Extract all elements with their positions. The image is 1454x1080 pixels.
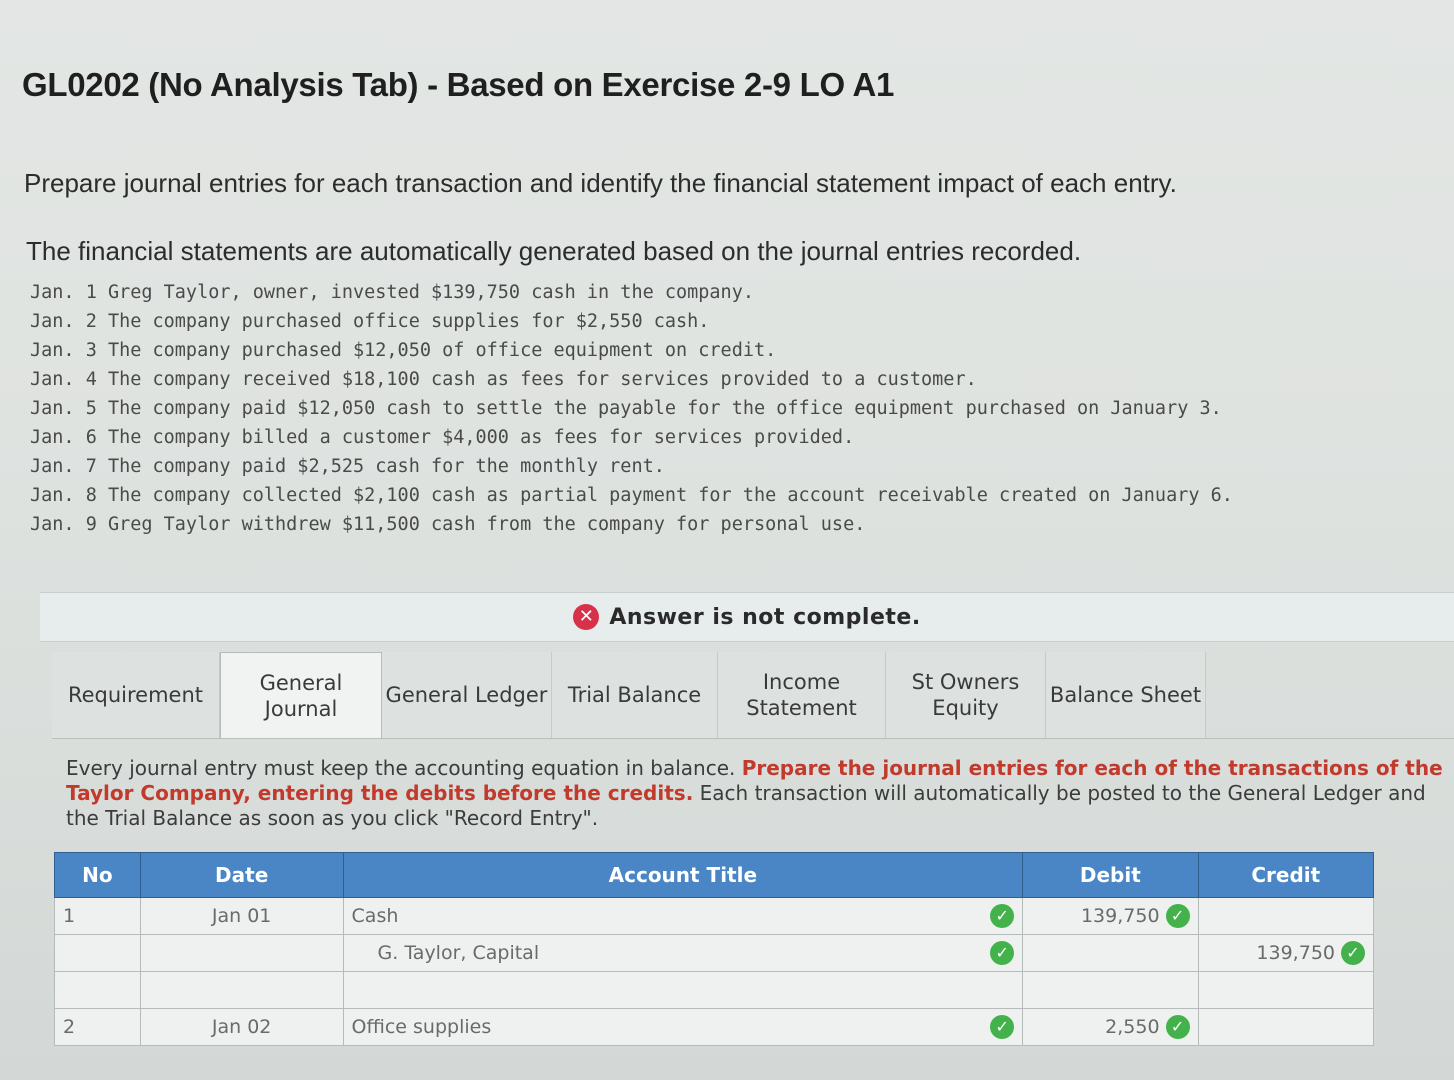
credit-input[interactable]: 139,750	[1256, 942, 1335, 964]
debit-input[interactable]	[1022, 971, 1199, 1009]
transaction-item: Jan. 9 Greg Taylor withdrew $11,500 cash…	[30, 514, 866, 535]
row-number: 1	[54, 897, 141, 935]
column-header-no: No	[54, 852, 141, 898]
credit-input[interactable]	[1197, 897, 1375, 935]
check-icon: ✓	[990, 941, 1015, 965]
table-row: G. Taylor, Capital ✓ 139,750 ✓	[54, 934, 1375, 972]
answer-status-banner: ✕ Answer is not complete.	[40, 592, 1454, 642]
account-title-select[interactable]: Office supplies	[352, 1016, 492, 1038]
transaction-item: Jan. 5 The company paid $12,050 cash to …	[30, 398, 1222, 419]
table-row	[54, 971, 1375, 1009]
instructions: Every journal entry must keep the accoun…	[66, 756, 1446, 831]
instructions-text: Every journal entry must keep the accoun…	[66, 756, 736, 780]
column-header-account: Account Title	[342, 852, 1024, 898]
tab-divider	[52, 738, 1454, 739]
check-icon: ✓	[1165, 1015, 1190, 1039]
account-title-select[interactable]: G. Taylor, Capital	[352, 942, 540, 964]
debit-input[interactable]: 2,550	[1105, 1016, 1159, 1038]
debit-cell[interactable]: 2,550 ✓	[1022, 1008, 1199, 1046]
date-select[interactable]: Jan 01	[139, 897, 344, 935]
column-header-debit: Debit	[1022, 852, 1199, 898]
tab-bar: Requirement General Journal General Ledg…	[52, 652, 1452, 738]
transaction-item: Jan. 1 Greg Taylor, owner, invested $139…	[30, 282, 754, 303]
debit-cell[interactable]: 139,750 ✓	[1022, 897, 1199, 935]
account-title-select[interactable]	[342, 971, 1024, 1009]
date-select[interactable]: Jan 02	[139, 1008, 344, 1046]
account-title-cell[interactable]: Cash ✓	[342, 897, 1024, 935]
transaction-item: Jan. 4 The company received $18,100 cash…	[30, 369, 977, 390]
credit-input[interactable]	[1197, 971, 1375, 1009]
column-header-credit: Credit	[1197, 852, 1375, 898]
tab-requirement[interactable]: Requirement	[52, 652, 220, 738]
intro-text: Prepare journal entries for each transac…	[24, 168, 1177, 198]
check-icon: ✓	[990, 1015, 1015, 1039]
transaction-item: Jan. 7 The company paid $2,525 cash for …	[30, 456, 665, 477]
date-select[interactable]	[139, 971, 344, 1009]
credit-cell[interactable]: 139,750 ✓	[1197, 934, 1375, 972]
column-header-date: Date	[139, 852, 344, 898]
page-title: GL0202 (No Analysis Tab) - Based on Exer…	[22, 66, 895, 103]
credit-input[interactable]	[1197, 1008, 1375, 1046]
answer-status-text: Answer is not complete.	[609, 604, 921, 630]
tab-trial-balance[interactable]: Trial Balance	[552, 652, 718, 738]
transaction-item: Jan. 6 The company billed a customer $4,…	[30, 427, 855, 448]
date-select[interactable]	[139, 934, 344, 972]
account-title-cell[interactable]: G. Taylor, Capital ✓	[342, 934, 1024, 972]
row-number	[54, 934, 141, 972]
tab-general-journal[interactable]: General Journal	[220, 652, 382, 738]
tab-st-owners-equity[interactable]: St Owners Equity	[886, 652, 1046, 738]
row-number	[54, 971, 141, 1009]
tab-balance-sheet[interactable]: Balance Sheet	[1046, 652, 1206, 738]
check-icon: ✓	[990, 904, 1015, 928]
debit-input[interactable]: 139,750	[1081, 905, 1160, 927]
tab-income-statement[interactable]: Income Statement	[718, 652, 886, 738]
account-title-select[interactable]: Cash	[352, 905, 399, 927]
transaction-item: Jan. 8 The company collected $2,100 cash…	[30, 485, 1233, 506]
error-icon: ✕	[573, 604, 600, 630]
row-number: 2	[54, 1008, 141, 1046]
debit-input[interactable]	[1022, 934, 1199, 972]
table-row: 2 Jan 02 Office supplies ✓ 2,550 ✓	[54, 1008, 1375, 1046]
account-title-cell[interactable]: Office supplies ✓	[342, 1008, 1024, 1046]
check-icon: ✓	[1341, 941, 1365, 965]
check-icon: ✓	[1165, 904, 1190, 928]
journal-table: No Date Account Title Debit Credit 1 Jan…	[54, 852, 1375, 1046]
table-row: 1 Jan 01 Cash ✓ 139,750 ✓	[54, 897, 1375, 935]
transaction-item: Jan. 3 The company purchased $12,050 of …	[30, 340, 777, 361]
transaction-item: Jan. 2 The company purchased office supp…	[30, 311, 710, 332]
intro-text-2: The financial statements are automatical…	[26, 236, 1082, 266]
transaction-list: Jan. 1 Greg Taylor, owner, invested $139…	[30, 278, 1430, 539]
tab-general-ledger[interactable]: General Ledger	[382, 652, 552, 738]
